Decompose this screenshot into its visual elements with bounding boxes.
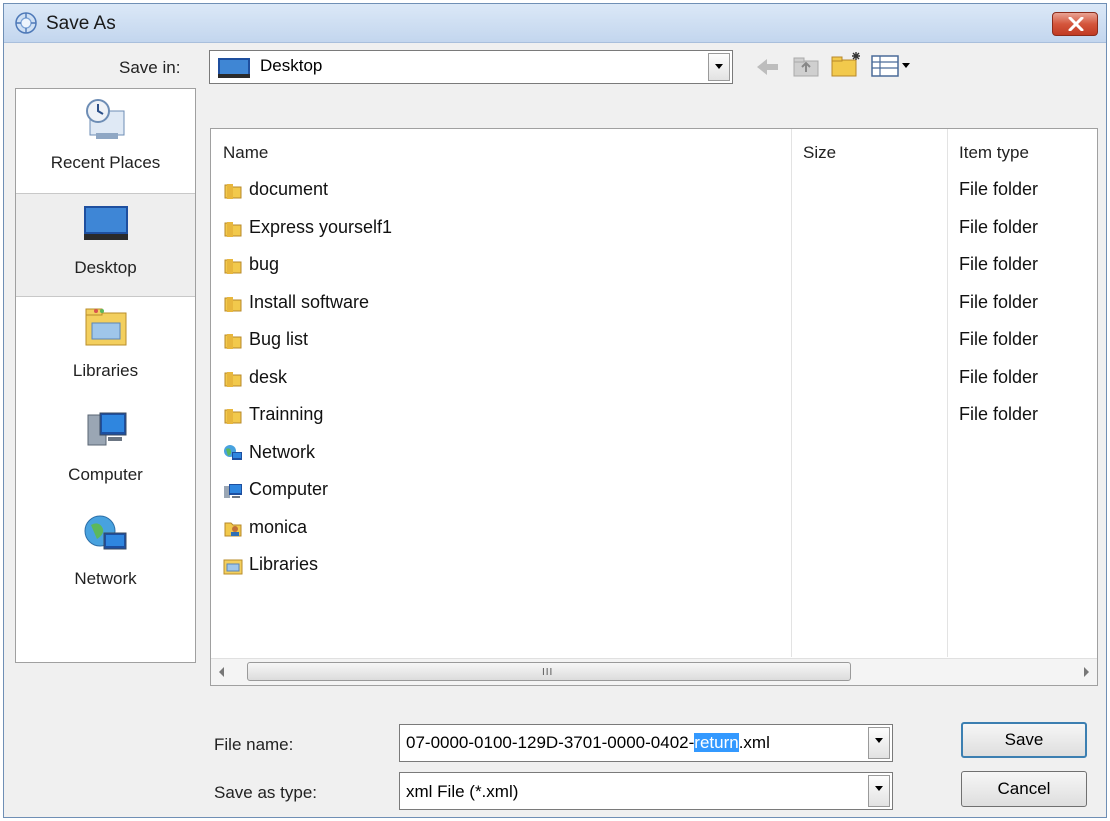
column-header-name[interactable]: Name	[211, 129, 791, 173]
save-button[interactable]: Save	[961, 722, 1087, 758]
file-row[interactable]: Computer	[211, 473, 1097, 510]
cancel-button[interactable]: Cancel	[961, 771, 1087, 807]
file-name: Install software	[249, 291, 370, 312]
file-name: Computer	[249, 479, 329, 499]
place-network[interactable]: Network	[16, 505, 195, 609]
horizontal-scrollbar[interactable]: III	[211, 658, 1097, 685]
folder-icon	[223, 369, 243, 389]
folder-icon	[223, 331, 243, 351]
scroll-left-icon[interactable]	[219, 667, 224, 677]
file-name-label: File name:	[214, 735, 294, 754]
user-folder-icon	[223, 519, 243, 539]
back-arrow-icon[interactable]	[754, 56, 782, 78]
file-row[interactable]: Trainning File folder	[211, 398, 1097, 435]
save-as-type-label: Save as type:	[214, 783, 318, 802]
desktop-icon	[84, 206, 128, 240]
file-row[interactable]: desk File folder	[211, 361, 1097, 398]
file-name: document	[249, 179, 329, 199]
file-row[interactable]: Network	[211, 436, 1097, 473]
file-name-value: 07-0000-0100-129D-3701-0000-0402-return.…	[406, 733, 770, 752]
file-name: Network	[249, 441, 316, 462]
file-type: File folder	[959, 216, 1039, 237]
folder-icon	[223, 406, 243, 426]
file-name: bug	[249, 254, 280, 274]
place-libraries[interactable]: Libraries	[16, 297, 195, 401]
file-type: File folder	[959, 329, 1039, 349]
file-name-selection: return	[694, 733, 739, 752]
place-label: Computer	[68, 465, 143, 484]
file-name-field[interactable]: 07-0000-0100-129D-3701-0000-0402-return.…	[399, 724, 893, 762]
file-row[interactable]: bug File folder	[211, 248, 1097, 285]
place-label: Network	[74, 569, 137, 588]
file-row[interactable]: Libraries	[211, 548, 1097, 585]
network-icon	[223, 444, 243, 464]
file-row[interactable]: document File folder	[211, 173, 1097, 210]
column-header-type[interactable]: Item type	[947, 129, 1097, 173]
network-icon	[84, 515, 127, 550]
save-as-type-value: xml File (*.xml)	[406, 782, 519, 801]
file-row[interactable]: Install software File folder	[211, 286, 1097, 323]
computer-icon	[87, 412, 127, 446]
file-row[interactable]: monica	[211, 511, 1097, 548]
file-name: Libraries	[249, 554, 319, 574]
app-icon	[15, 12, 37, 34]
place-recent-places[interactable]: Recent Places	[16, 89, 195, 193]
view-menu-icon[interactable]	[870, 54, 912, 78]
file-row[interactable]: Express yourself1 File folder	[211, 211, 1097, 248]
file-type: File folder	[959, 366, 1039, 387]
place-label: Libraries	[72, 361, 139, 380]
file-type: File folder	[959, 291, 1039, 312]
desktop-icon	[218, 58, 250, 78]
save-as-type-dropdown[interactable]: xml File (*.xml)	[399, 772, 893, 810]
save-in-label: Save in:	[119, 58, 181, 77]
file-name: desk	[249, 366, 288, 387]
recent-places-icon	[86, 99, 125, 139]
folder-icon	[223, 294, 243, 314]
place-label: Desktop	[74, 258, 137, 277]
up-folder-icon[interactable]	[792, 54, 820, 78]
place-label: Recent Places	[50, 153, 161, 172]
computer-icon	[223, 481, 243, 501]
file-list[interactable]: Name Size Item type document File folder E…	[210, 128, 1098, 686]
save-in-dropdown-button[interactable]	[708, 53, 730, 81]
place-computer[interactable]: Computer	[16, 401, 195, 505]
file-type: File folder	[959, 404, 1039, 424]
places-bar: Recent Places Desktop Libraries Computer…	[15, 88, 196, 663]
window-title: Save As	[46, 13, 116, 34]
folder-icon	[223, 219, 243, 239]
file-type: File folder	[959, 179, 1039, 199]
title-bar[interactable]: Save As	[4, 4, 1106, 43]
new-folder-icon[interactable]	[830, 50, 862, 78]
place-desktop[interactable]: Desktop	[16, 193, 195, 297]
save-as-type-dropdown-button[interactable]	[868, 775, 890, 807]
save-as-dialog: Save As Save in: Desktop Recent Places D…	[3, 3, 1107, 818]
file-name: Trainning	[249, 404, 324, 424]
libraries-icon	[85, 308, 127, 346]
file-name: monica	[249, 516, 308, 537]
scrollbar-thumb[interactable]: III	[247, 662, 851, 681]
folder-icon	[223, 181, 243, 201]
file-name-dropdown-button[interactable]	[868, 727, 890, 759]
file-row[interactable]: Bug list File folder	[211, 323, 1097, 360]
close-button[interactable]	[1052, 12, 1098, 36]
file-name: Bug list	[249, 329, 309, 349]
libraries-icon	[223, 556, 243, 576]
save-in-value: Desktop	[260, 56, 323, 75]
close-icon	[1068, 17, 1084, 31]
column-header-size[interactable]: Size	[791, 129, 947, 173]
file-type: File folder	[959, 254, 1039, 274]
file-name: Express yourself1	[249, 216, 393, 237]
folder-icon	[223, 256, 243, 276]
scroll-right-icon[interactable]	[1084, 667, 1089, 677]
save-in-dropdown[interactable]: Desktop	[209, 50, 733, 84]
